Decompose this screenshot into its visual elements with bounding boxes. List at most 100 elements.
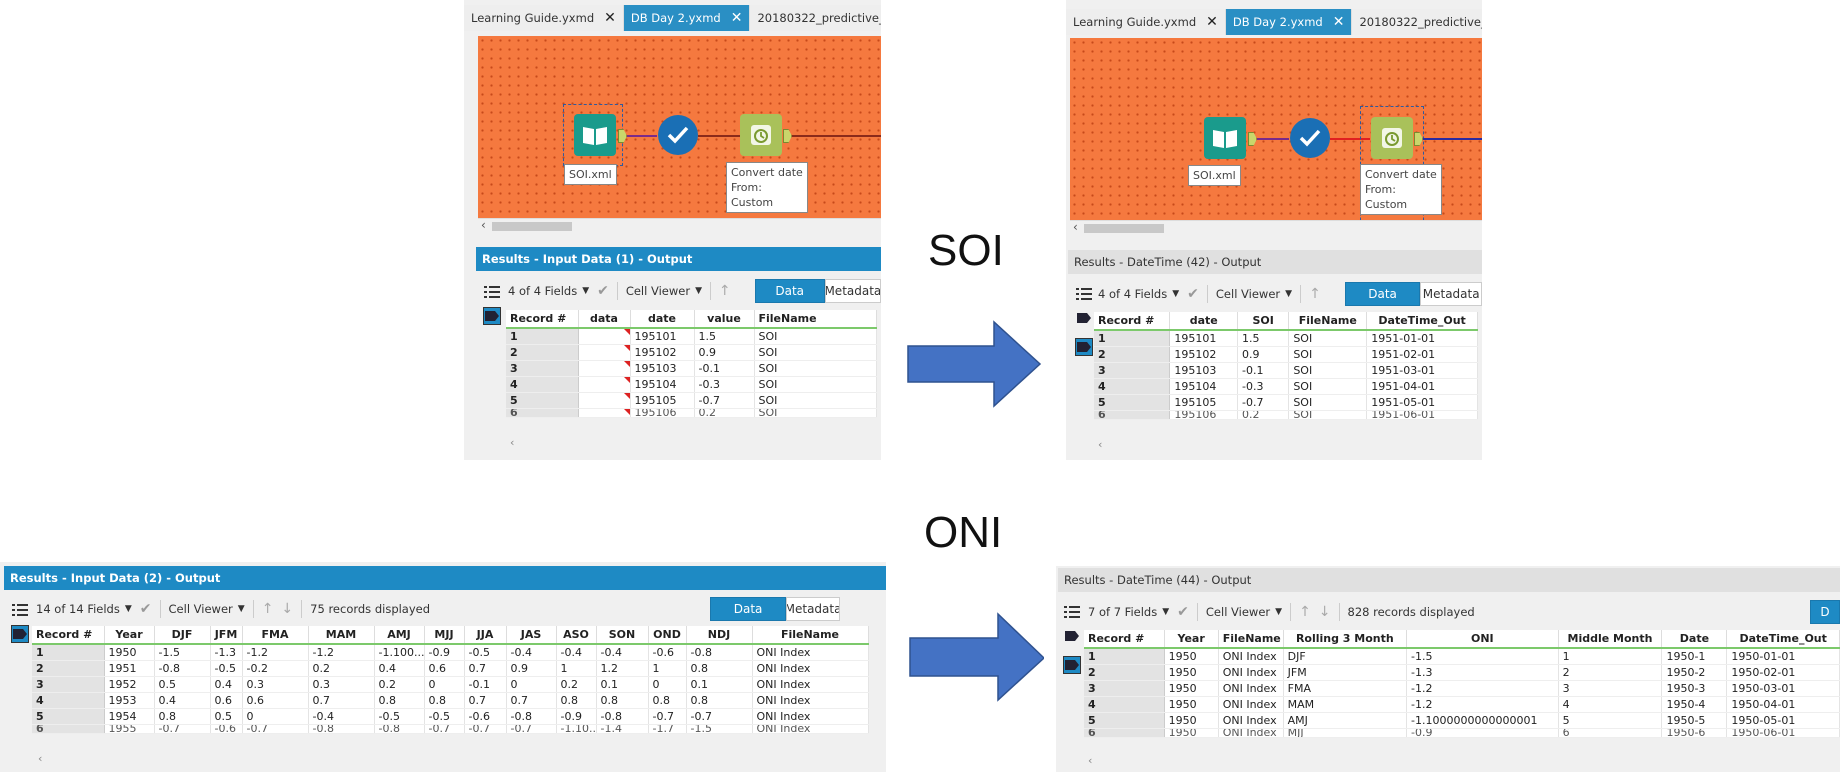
tab-db-day-2[interactable]: DB Day 2.yxmd ✕: [1225, 9, 1353, 35]
data-button[interactable]: D: [1810, 600, 1840, 624]
column-header[interactable]: SOI: [1237, 312, 1290, 331]
table-row[interactable]: 3 1952 0.5 0.4 0.3 0.3 0.2 0 -0.1 0 0.2 0.1 0 0.1 ONI …: [32, 676, 869, 693]
output-anchor[interactable]: [1248, 132, 1257, 146]
tab-db-day-2[interactable]: DB Day 2.yxmd ✕: [623, 5, 751, 31]
canvas-scrollbar[interactable]: ‹: [1070, 220, 1482, 235]
output-anchor[interactable]: [618, 129, 627, 143]
list-icon[interactable]: [11, 601, 29, 619]
arrow-up-icon[interactable]: ↑: [1309, 286, 1321, 302]
column-header[interactable]: Middle Month: [1558, 630, 1663, 649]
column-header[interactable]: ASO: [556, 626, 597, 645]
metadata-button[interactable]: Metadata: [1420, 282, 1482, 306]
table-row[interactable]: 6 1950 ONI Index MJJ -0.9 6 1950-6 1950-06-01: [1084, 728, 1840, 738]
column-header[interactable]: DateTime_Out: [1366, 312, 1478, 331]
tab-predictive[interactable]: 20180322_predictive_supervis: [1352, 9, 1482, 35]
tag-icon[interactable]: [1075, 309, 1093, 327]
cell-viewer-dropdown[interactable]: Cell Viewer ▼: [1206, 605, 1282, 619]
column-header[interactable]: MJJ: [424, 626, 465, 645]
table-row[interactable]: 2 1951 -0.8 -0.5 -0.2 0.2 0.4 0.6 0.7 0.9 1 1.2 1 0.8…: [32, 660, 869, 677]
table-row[interactable]: 1 1950 -1.5 -1.3 -1.2 -1.2 -1.100... -0.9 -0.5 -0…: [32, 644, 869, 661]
check-icon[interactable]: ✔: [140, 601, 152, 617]
workflow-canvas[interactable]: SOI.xml Convert date From: Custom: [1070, 38, 1482, 220]
column-header[interactable]: Record #: [1084, 630, 1165, 649]
table-row[interactable]: 2 195102 0.9 SOI: [506, 344, 877, 361]
column-header[interactable]: DJF: [154, 626, 211, 645]
column-header[interactable]: FileName: [754, 310, 877, 329]
chevron-left-icon[interactable]: ‹: [481, 218, 486, 232]
column-header[interactable]: ONI: [1406, 630, 1559, 649]
tab-learning-guide[interactable]: Learning Guide.yxmd ✕: [1066, 9, 1226, 35]
column-header[interactable]: Year: [1164, 630, 1219, 649]
table-row[interactable]: 5 195105 -0.7 SOI: [506, 392, 877, 409]
table-row[interactable]: 5 1954 0.8 0.5 0 -0.4 -0.5 -0.5 -0.6 -0.8 -0.9 -0.8…: [32, 708, 869, 725]
table-row[interactable]: 6 195106 0.2 SOI: [506, 408, 877, 418]
table-row[interactable]: 6 1955 -0.7 -0.6 -0.7 -0.8 -0.8 -0.7 -0.7 -0.7 -1.…: [32, 724, 869, 734]
cell-viewer-dropdown[interactable]: Cell Viewer ▼: [169, 602, 245, 616]
column-header[interactable]: DateTime_Out: [1726, 630, 1840, 649]
column-header[interactable]: date: [1169, 312, 1239, 331]
tag-icon[interactable]: [1063, 656, 1081, 674]
scroll-thumb[interactable]: [492, 222, 572, 231]
metadata-button[interactable]: Metadata: [824, 279, 881, 303]
column-header[interactable]: Record #: [1094, 312, 1171, 331]
column-header[interactable]: JAS: [506, 626, 557, 645]
column-header[interactable]: Date: [1661, 630, 1728, 649]
column-header[interactable]: MAM: [308, 626, 375, 645]
tab-learning-guide[interactable]: Learning Guide.yxmd ✕: [464, 5, 624, 31]
column-header[interactable]: Rolling 3 Month: [1283, 630, 1408, 649]
column-header[interactable]: date: [630, 310, 695, 329]
tag-icon[interactable]: [483, 307, 501, 325]
arrow-down-icon[interactable]: ↓: [281, 601, 293, 617]
table-row[interactable]: 6 195106 0.2 SOI 1951-06-01: [1094, 410, 1478, 420]
chevron-left-icon[interactable]: ‹: [1088, 754, 1092, 767]
metadata-button[interactable]: Metadata: [786, 597, 841, 621]
table-row[interactable]: 3 1950 ONI Index FMA -1.2 3 1950-3 1950-03-01: [1084, 680, 1840, 697]
column-header[interactable]: Year: [104, 626, 155, 645]
tag-icon[interactable]: [11, 625, 29, 643]
column-header[interactable]: FileName: [1288, 312, 1368, 331]
table-row[interactable]: 1 195101 1.5 SOI 1951-01-01: [1094, 330, 1478, 347]
data-button[interactable]: Data: [710, 597, 787, 621]
chevron-left-icon[interactable]: ‹: [1098, 438, 1102, 451]
fields-dropdown[interactable]: 7 of 7 Fields ▼: [1088, 605, 1169, 619]
check-icon[interactable]: ✔: [597, 283, 609, 299]
column-header[interactable]: data: [578, 310, 631, 329]
tag-icon[interactable]: [1075, 338, 1093, 356]
fields-dropdown[interactable]: 14 of 14 Fields ▼: [36, 602, 132, 616]
list-icon[interactable]: [483, 283, 501, 301]
select-tool[interactable]: [658, 115, 698, 155]
table-row[interactable]: 4 1950 ONI Index MAM -1.2 4 1950-4 1950-04-01: [1084, 696, 1840, 713]
column-header[interactable]: OND: [648, 626, 687, 645]
fields-dropdown[interactable]: 4 of 4 Fields ▼: [1098, 287, 1179, 301]
datetime-tool[interactable]: [740, 114, 782, 156]
close-icon[interactable]: ✕: [604, 10, 616, 26]
table-row[interactable]: 3 195103 -0.1 SOI: [506, 360, 877, 377]
tab-predictive[interactable]: 20180322_predictive_super: [750, 5, 881, 31]
chevron-left-icon[interactable]: ‹: [38, 752, 42, 765]
arrow-up-icon[interactable]: ↑: [262, 601, 274, 617]
cell-viewer-dropdown[interactable]: Cell Viewer ▼: [626, 284, 702, 298]
table-row[interactable]: 5 195105 -0.7 SOI 1951-05-01: [1094, 394, 1478, 411]
close-icon[interactable]: ✕: [731, 10, 743, 26]
chevron-left-icon[interactable]: ‹: [510, 436, 514, 449]
column-header[interactable]: FileName: [752, 626, 869, 645]
data-button[interactable]: Data: [1344, 282, 1421, 306]
close-icon[interactable]: ✕: [1206, 14, 1218, 30]
table-row[interactable]: 4 1953 0.4 0.6 0.6 0.7 0.8 0.8 0.7 0.7 0.8 0.8 0.8 0.…: [32, 692, 869, 709]
output-anchor[interactable]: [783, 129, 792, 143]
check-icon[interactable]: ✔: [1177, 604, 1189, 620]
arrow-down-icon[interactable]: ↓: [1319, 604, 1331, 620]
canvas-scrollbar[interactable]: ‹: [478, 218, 881, 233]
column-header[interactable]: FileName: [1218, 630, 1284, 649]
table-row[interactable]: 2 195102 0.9 SOI 1951-02-01: [1094, 346, 1478, 363]
arrow-up-icon[interactable]: ↑: [719, 283, 731, 299]
table-row[interactable]: 4 195104 -0.3 SOI 1951-04-01: [1094, 378, 1478, 395]
table-row[interactable]: 4 195104 -0.3 SOI: [506, 376, 877, 393]
column-header[interactable]: AMJ: [374, 626, 425, 645]
arrow-up-icon[interactable]: ↑: [1299, 604, 1311, 620]
column-header[interactable]: JFM: [210, 626, 243, 645]
column-header[interactable]: JJA: [464, 626, 507, 645]
column-header[interactable]: NDJ: [686, 626, 753, 645]
workflow-canvas[interactable]: SOI.xml Convert date From: Custom: [478, 36, 881, 218]
input-data-tool[interactable]: [574, 114, 616, 156]
